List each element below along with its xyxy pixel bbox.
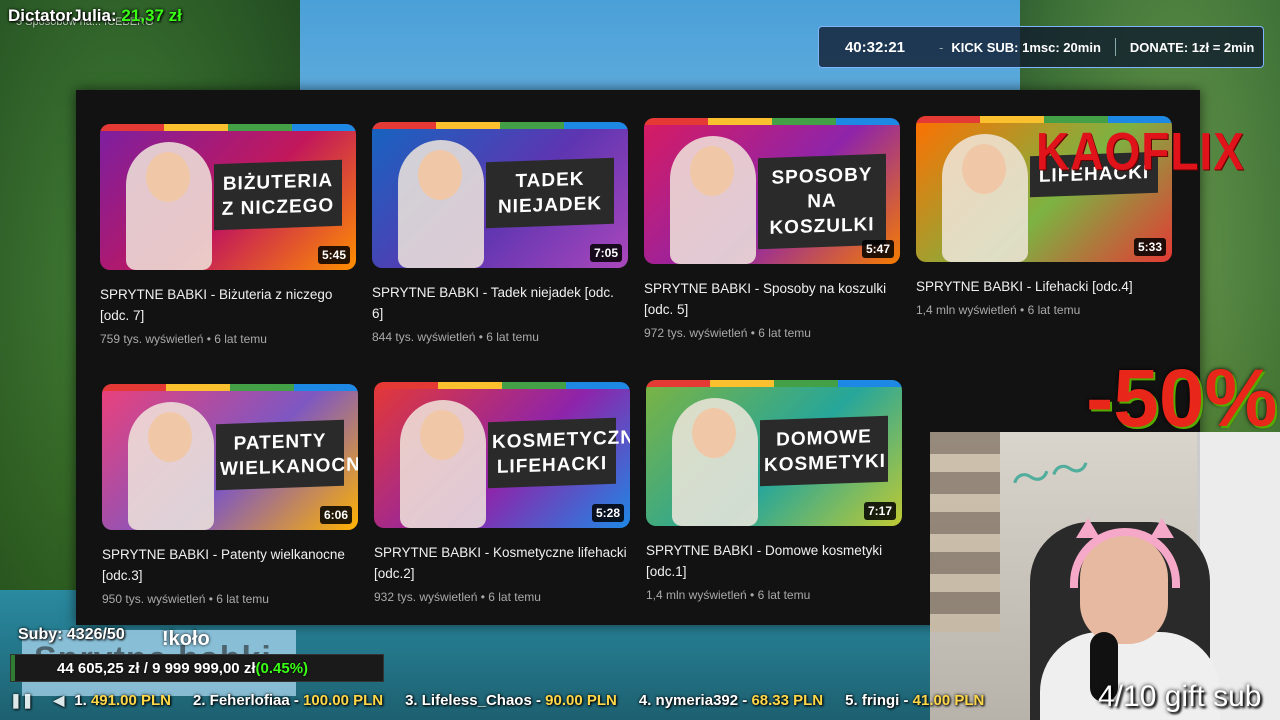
sub-counter: Suby: 4326/50 [18,626,125,643]
video-meta: 759 tys. wyświetleń • 6 lat temu [100,332,267,346]
thumbnail-face [148,412,192,462]
top-donors-ticker: ❚❚ ◀ 1. 491.00 PLN 2. Feherlofiaa - 100.0… [0,688,984,712]
thumbnail-face [690,146,734,196]
video-title[interactable]: SPRYTNE BABKI - Patenty wielkanocne [odc… [102,544,358,586]
video-meta: 950 tys. wyświetleń • 6 lat temu [102,592,269,606]
video-title[interactable]: SPRYTNE BABKI - Domowe kosmetyki [odc.1] [646,540,902,582]
video-title[interactable]: SPRYTNE BABKI - Tadek niejadek [odc. 6] [372,282,628,324]
thumbnail-stripe [100,124,356,131]
ticker-entry-name: 1. [74,691,91,709]
video-card[interactable]: PATENTY WIELKANOCNE 6:06 SPRYTNE BABKI -… [102,384,358,606]
video-title[interactable]: SPRYTNE BABKI - Sposoby na koszulki [odc… [644,278,900,320]
video-meta: 932 tys. wyświetleń • 6 lat temu [374,590,541,604]
ticker-entry-name: 4. nymeria392 - [638,691,752,709]
ticker-entry-amount: 68.33 PLN [751,691,824,709]
thumbnail-face [418,150,462,200]
gift-sub-counter: 4/10 gift sub [1098,680,1262,713]
thumbnail-stripe [646,380,902,387]
cat-ear-left-icon [1076,518,1100,538]
thumbnail-face [420,410,464,460]
video-thumbnail[interactable]: BIŻUTERIA Z NICZEGO 5:45 [100,124,356,270]
ticker-entry-amount: 491.00 PLN [90,691,171,709]
timer-divider [1114,38,1116,56]
video-meta: 844 tys. wyświetleń • 6 lat temu [372,330,539,344]
goal-percent: (0.45%) [255,659,309,677]
ticker-entry: 3. Lifeless_Chaos - 90.00 PLN [405,692,617,709]
thumbnail-face [692,408,736,458]
cat-ear-right-icon [1150,518,1174,538]
ticker-entry-name: 3. Lifeless_Chaos - [405,691,546,709]
video-duration: 5:47 [861,240,894,258]
ticker-entry-amount: 100.00 PLN [303,691,384,709]
video-card[interactable]: KOSMETYCZNE LIFEHACKI 5:28 SPRYTNE BABKI… [374,382,630,604]
video-meta: 972 tys. wyświetleń • 6 lat temu [644,326,811,340]
video-duration: 7:05 [589,244,622,262]
thumbnail-face [146,152,190,202]
video-duration: 5:28 [591,504,624,522]
donate-rate: DONATE: 1zł = 2min [1129,39,1255,55]
thumbnail-stripe [372,122,628,129]
video-duration: 7:17 [863,502,896,520]
video-thumbnail[interactable]: TADEK NIEJADEK 7:05 [372,122,628,268]
top-donor-name: DictatorJulia: [8,6,117,25]
thumbnail-text: SPOSOBY NA KOSZULKI [758,153,886,250]
video-title[interactable]: SPRYTNE BABKI - Biżuteria z niczego [odc… [100,284,356,326]
thumbnail-text: BIŻUTERIA Z NICZEGO [214,159,342,231]
kaoflix-logo: KAOFLIX [1036,121,1245,181]
video-card[interactable]: DOMOWE KOSMETYKI 7:17 SPRYTNE BABKI - Do… [646,380,902,602]
subathon-timer-bar: 40:32:21 - KICK SUB: 1msc: 20min DONATE:… [818,26,1264,68]
ticker-entry: 4. nymeria392 - 68.33 PLN [639,692,823,709]
volume-icon[interactable]: ◀ [53,692,64,709]
webcam-feed: ～～ [930,432,1280,720]
donation-goal-text: 44 605,25 zł / 9 999 999,00 zł(0.45%) [11,660,308,677]
pause-icon[interactable]: ❚❚ [10,692,33,709]
video-thumbnail[interactable]: KOSMETYCZNE LIFEHACKI 5:28 [374,382,630,528]
ticker-items: 1. 491.00 PLN 2. Feherlofiaa - 100.00 PLN… [74,692,1006,709]
video-duration: 6:06 [319,506,352,524]
video-duration: 5:45 [317,246,350,264]
thumbnail-face [962,144,1006,194]
thumbnail-text: KOSMETYCZNE LIFEHACKI [488,417,630,489]
video-card[interactable]: TADEK NIEJADEK 7:05 SPRYTNE BABKI - Tade… [372,122,628,344]
ticker-entry: 1. 491.00 PLN [74,692,171,709]
top-donor-amount: 21,37 zł [121,6,182,25]
thumbnail-text: TADEK NIEJADEK [486,157,614,229]
video-card[interactable]: SPOSOBY NA KOSZULKI 5:47 SPRYTNE BABKI -… [644,118,900,340]
video-title[interactable]: SPRYTNE BABKI - Kosmetyczne lifehacki [o… [374,542,630,584]
video-card[interactable]: BIŻUTERIA Z NICZEGO 5:45 SPRYTNE BABKI -… [100,124,356,346]
kick-sub-rate: KICK SUB: 1msc: 20min [951,39,1101,55]
ticker-entry-name: 5. fringi - [845,691,913,709]
video-thumbnail[interactable]: SPOSOBY NA KOSZULKI 5:47 [644,118,900,264]
ticker-entry-amount: 41.00 PLN [912,691,985,709]
ticker-entry-name: 2. Feherlofiaa - [192,691,304,709]
video-duration: 5:33 [1133,238,1166,256]
ticker-entry-amount: 90.00 PLN [545,691,617,709]
ticker-entry: 5. fringi - 41.00 PLN [845,692,984,709]
sub-overlay-word: !koło [162,628,210,650]
timer-value: 40:32:21 [844,38,906,56]
wall-graffiti: ～～ [1007,445,1095,505]
goal-amount: 44 605,25 zł / 9 999 999,00 zł [57,659,256,677]
thumbnail-stripe [374,382,630,389]
thumbnail-stripe [102,384,358,391]
thumbnail-text: PATENTY WIELKANOCNE [216,419,358,491]
video-thumbnail[interactable]: PATENTY WIELKANOCNE 6:06 [102,384,358,530]
thumbnail-stripe [644,118,900,125]
video-title[interactable]: SPRYTNE BABKI - Lifehacki [odc.4] [916,276,1172,297]
video-thumbnail[interactable]: DOMOWE KOSMETYKI 7:17 [646,380,902,526]
video-meta: 1,4 mln wyświetleń • 6 lat temu [646,588,811,602]
ticker-entry: 2. Feherlofiaa - 100.00 PLN [193,692,383,709]
top-donor: DictatorJulia: 21,37 zł [8,6,182,26]
wall-photos [930,432,1000,632]
video-meta: 1,4 mln wyświetleń • 6 lat temu [916,303,1081,317]
timer-separator: - [939,39,944,55]
thumbnail-text: DOMOWE KOSMETYKI [760,415,888,487]
donation-goal-bar: 44 605,25 zł / 9 999 999,00 zł(0.45%) [10,654,384,682]
